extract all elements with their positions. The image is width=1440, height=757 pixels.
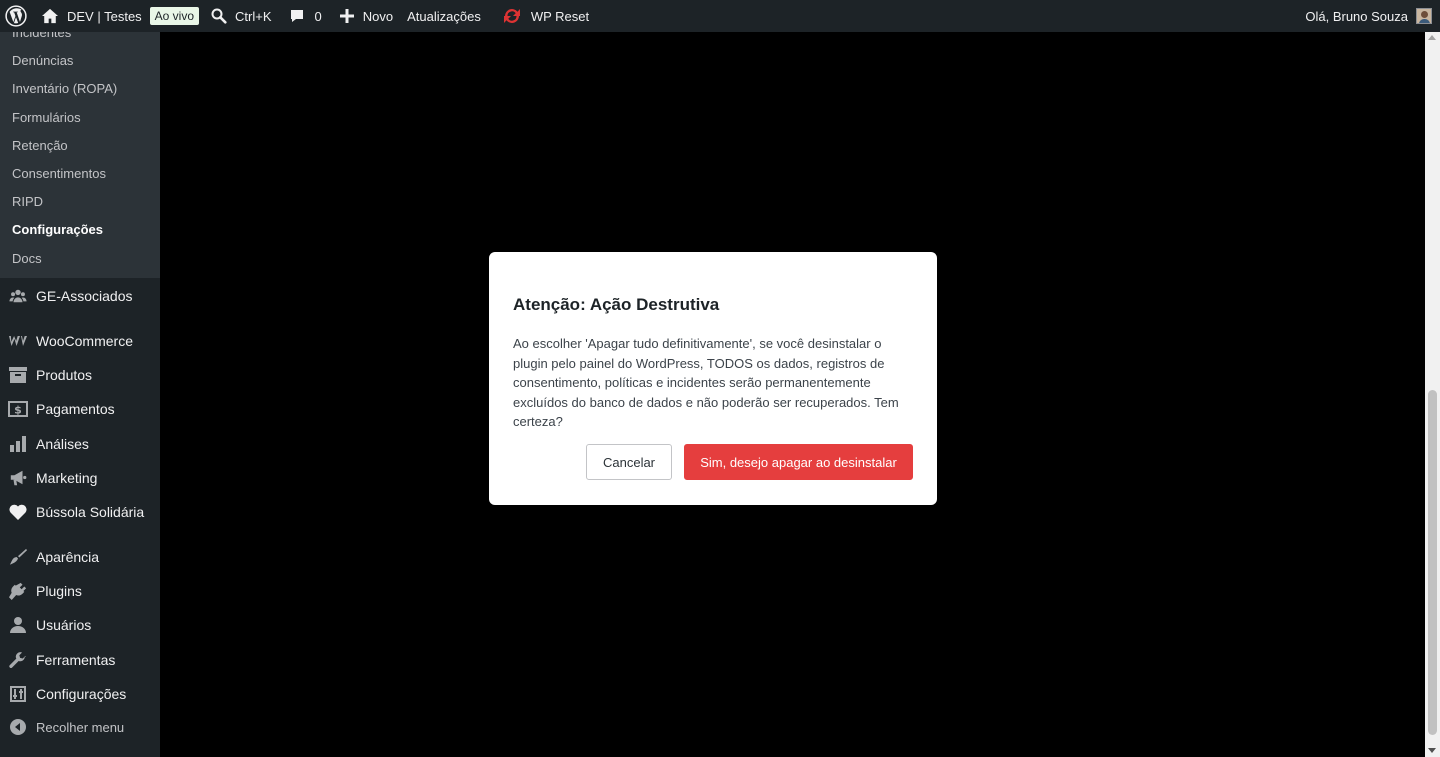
submenu-item-formularios[interactable]: Formulários [12,110,81,125]
site-name: DEV | Testes [67,8,142,24]
submenu-item-consentimentos[interactable]: Consentimentos [12,166,106,181]
menu-label: Marketing [36,470,98,486]
avatar [1416,8,1432,24]
greeting: Olá, Bruno Souza [1305,8,1408,24]
cancel-button[interactable]: Cancelar [586,444,672,480]
plus-icon [339,9,354,23]
archive-icon [0,367,36,383]
menu-item-pagamentos[interactable]: $ Pagamentos [0,392,160,426]
menu-label: Bússola Solidária [36,504,145,520]
submenu-item-ripd[interactable]: RIPD [12,194,43,209]
submenu-item-denuncias[interactable]: Denúncias [12,53,73,68]
dialog-title: Atenção: Ação Destrutiva [513,295,720,314]
menu-item-ge-associados[interactable]: GE-Associados [0,279,160,313]
my-account-menu[interactable]: Olá, Bruno Souza [1297,0,1440,32]
menu-label: Configurações [36,686,127,702]
wp-reset-icon [503,9,520,23]
destructive-action-dialog: Atenção: Ação Destrutiva Ao escolher 'Ap… [489,252,937,505]
menu-label: Produtos [36,367,93,383]
menu-label: Ferramentas [36,652,116,668]
heart-icon [0,504,36,520]
plugin-icon [0,582,36,600]
collapse-arrow-icon [0,719,36,735]
submenu-item-retencao[interactable]: Retenção [12,138,68,153]
paintbrush-icon [0,548,36,566]
menu-item-bussola-solidaria[interactable]: Bússola Solidária [0,495,160,529]
new-content-button[interactable]: Novo [330,0,401,32]
wordpress-logo-icon [5,5,27,27]
menu-label: Aparência [36,549,100,565]
settings-sliders-icon [0,686,36,702]
chart-bar-icon [0,436,36,452]
scrollbar-thumb[interactable] [1428,390,1437,735]
payments-icon: $ [0,401,36,417]
command-search-button[interactable]: Ctrl+K [207,0,279,32]
svg-text:$: $ [14,404,22,417]
megaphone-icon [0,469,36,487]
user-icon [0,617,36,633]
submenu-item-configuracoes[interactable]: Configurações [12,222,103,237]
scroll-up-arrow-icon[interactable] [1428,35,1436,40]
home-icon [42,8,58,24]
page-scrollbar[interactable] [1425,32,1440,757]
comment-icon [290,10,303,22]
collapse-label: Recolher menu [36,719,125,735]
site-name-link[interactable]: DEV | Testes Ao vivo [35,0,207,32]
submenu-item-inventario[interactable]: Inventário (ROPA) [12,81,117,96]
wrench-icon [0,651,36,669]
menu-label: Análises [36,436,89,452]
menu-item-plugins[interactable]: Plugins [0,574,160,608]
menu-item-marketing[interactable]: Marketing [0,461,160,495]
wordpress-logo-button[interactable] [0,0,35,32]
comments-button[interactable]: 0 [280,0,330,32]
search-shortcut: Ctrl+K [235,8,272,24]
scroll-down-arrow-icon[interactable] [1428,748,1436,753]
menu-label: Plugins [36,583,82,599]
search-icon [211,8,227,24]
menu-item-analises[interactable]: Análises [0,427,160,461]
dialog-message: Ao escolher 'Apagar tudo definitivamente… [513,336,899,429]
admin-bar: DEV | Testes Ao vivo Ctrl+K 0 Novo Atual… [0,0,1440,32]
menu-item-ferramentas[interactable]: Ferramentas [0,643,160,677]
updates-label: Atualizações [407,8,481,24]
comments-count: 0 [314,8,322,24]
menu-label: WooCommerce [36,333,133,349]
menu-item-woocommerce[interactable]: WooCommerce [0,324,160,358]
menu-item-aparencia[interactable]: Aparência [0,540,160,574]
live-status-badge: Ao vivo [149,7,200,25]
menu-item-usuarios[interactable]: Usuários [0,608,160,642]
admin-sidebar: Incidentes Denúncias Inventário (ROPA) F… [0,32,160,757]
updates-link[interactable]: Atualizações [401,0,489,32]
submenu-item-incidentes[interactable]: Incidentes [12,32,71,40]
menu-item-produtos[interactable]: Produtos [0,358,160,392]
submenu-item-docs[interactable]: Docs [12,251,42,266]
menu-label: GE-Associados [36,288,133,304]
new-label: Novo [362,8,394,24]
menu-item-configuracoes[interactable]: Configurações [0,677,160,711]
woocommerce-icon [0,334,36,348]
menu-label: Pagamentos [36,401,115,417]
confirm-delete-button[interactable]: Sim, desejo apagar ao desinstalar [684,444,913,480]
wp-reset-label: WP Reset [530,8,590,24]
menu-label: Usuários [36,617,92,633]
plugin-submenu: Incidentes Denúncias Inventário (ROPA) F… [0,32,160,278]
wp-reset-link[interactable]: WP Reset [489,0,597,32]
collapse-menu-button[interactable]: Recolher menu [0,710,160,744]
groups-icon [0,287,36,305]
